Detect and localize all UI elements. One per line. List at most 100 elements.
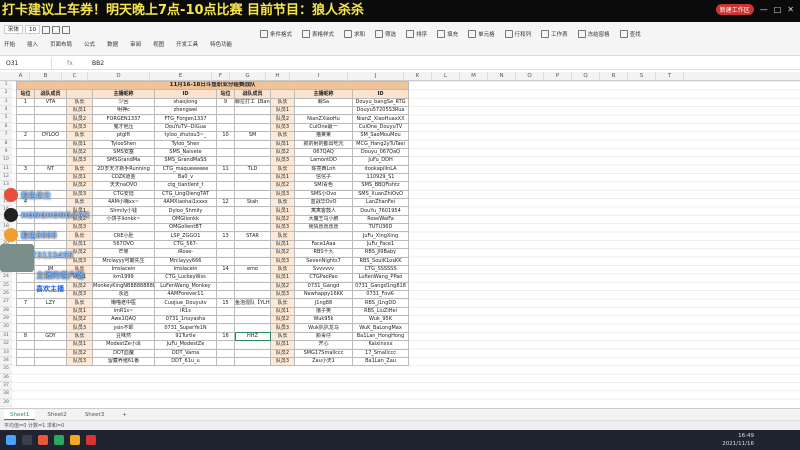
table-cell[interactable] [216, 214, 235, 225]
table-cell[interactable] [234, 273, 271, 283]
table-cell[interactable] [16, 281, 35, 292]
table-cell[interactable] [34, 156, 67, 166]
ribbon-tool[interactable]: 查找 [619, 30, 641, 38]
row-header[interactable]: 30 [0, 323, 12, 332]
ribbon-tool[interactable]: 筛选 [375, 30, 396, 38]
ribbon-tab[interactable]: 审阅 [130, 40, 141, 48]
table-cell[interactable] [16, 273, 35, 283]
row-header[interactable]: 39 [0, 398, 12, 408]
table-cell[interactable] [216, 189, 235, 200]
table-cell[interactable]: RBS_SouiK1osKK [351, 256, 410, 266]
table-cell[interactable]: CTG_567- [154, 239, 217, 250]
table-cell[interactable]: 鲸拉打工【Bang】 [234, 97, 271, 108]
table-cell[interactable]: 叙的射的都出吃元 [294, 139, 353, 149]
table-cell[interactable]: 队员2 [66, 315, 93, 325]
table-cell[interactable]: 撸子英 [294, 306, 353, 317]
table-cell[interactable]: NianZXiaoHu [294, 114, 353, 124]
table-cell[interactable]: 队员1 [66, 340, 93, 350]
table-cell[interactable]: 91Turtle [154, 331, 217, 342]
font-family-dropdown[interactable]: 宋体 [4, 25, 24, 34]
table-cell[interactable]: 队员1 [66, 106, 93, 116]
table-cell[interactable]: TLD [234, 164, 271, 174]
table-cell[interactable]: 队长 [270, 131, 295, 141]
table-cell[interactable]: CTG_LuckeyWss [154, 273, 217, 283]
table-cell[interactable]: OMGlionkk [154, 214, 217, 225]
table-cell[interactable]: 鬼才他压 [92, 122, 155, 133]
table-cell[interactable] [234, 289, 271, 300]
row-header[interactable]: 32 [0, 340, 12, 349]
table-cell[interactable]: 队员2 [270, 248, 295, 258]
table-cell[interactable]: MonkeyKingNB88888888 [92, 281, 155, 292]
ribbon-tool[interactable]: 求和 [344, 30, 365, 38]
table-cell[interactable]: SMS安塞 [92, 147, 155, 158]
table-cell[interactable]: 队员1 [270, 340, 295, 350]
table-cell[interactable]: 4AMForever11 [154, 289, 217, 300]
table-cell[interactable] [216, 122, 235, 133]
row-header[interactable]: 35 [0, 365, 12, 374]
table-cell[interactable]: tyloo_zhutou3~_ [154, 131, 217, 141]
table-cell[interactable]: Zau小天1 [294, 356, 353, 367]
table-cell[interactable] [294, 106, 353, 116]
row-header[interactable]: 4 [0, 106, 12, 115]
table-cell[interactable]: SMS_XuanZhiOvO [351, 189, 410, 200]
table-cell[interactable]: SM_SaoMouMou [351, 131, 410, 141]
table-cell[interactable]: 队员2 [66, 348, 93, 358]
table-cell[interactable]: 12 [216, 198, 235, 208]
ribbon-tab[interactable]: 视图 [153, 40, 164, 48]
column-header[interactable]: Q [572, 72, 600, 81]
table-cell[interactable] [16, 315, 35, 325]
table-cell[interactable]: 蓝战华OvO [294, 198, 353, 208]
table-cell[interactable]: 0731_1nuyasha [154, 315, 217, 325]
table-cell[interactable]: FORGEN1337 [92, 114, 155, 124]
minimize-button[interactable]: — [760, 5, 768, 14]
table-cell[interactable] [16, 122, 35, 133]
column-header[interactable]: B [30, 72, 62, 81]
row-header[interactable]: 7 [0, 131, 12, 140]
table-cell[interactable]: CuiOne最一 [294, 122, 353, 133]
table-cell[interactable]: Kaixinxxx [351, 340, 410, 350]
table-cell[interactable]: 队员3 [270, 189, 295, 200]
table-cell[interactable]: DYLOO [34, 131, 67, 141]
table-cell[interactable] [216, 248, 235, 258]
table-cell[interactable] [234, 256, 271, 266]
workspace-pill[interactable]: 新建工作区 [715, 4, 754, 15]
table-cell[interactable]: 3 [16, 164, 35, 174]
table-cell[interactable]: 留藏养殖61番 [92, 356, 155, 367]
row-header[interactable]: 12 [0, 172, 12, 182]
table-cell[interactable]: 豆味然 [92, 331, 155, 342]
table-cell[interactable]: 信信子 [294, 172, 353, 183]
table-cell[interactable]: CTGPaoPao [294, 273, 353, 283]
table-cell[interactable]: iR1s [154, 306, 217, 317]
bold-icon[interactable] [42, 25, 51, 34]
row-header[interactable]: 33 [0, 348, 12, 357]
ribbon-tool[interactable]: 冻结窗格 [577, 30, 610, 38]
table-cell[interactable]: imR1s~ [92, 306, 155, 317]
ribbon-tab[interactable]: 特色功能 [210, 40, 232, 48]
table-cell[interactable] [34, 348, 67, 358]
table-cell[interactable] [234, 181, 271, 191]
table-cell[interactable]: 少回 [92, 97, 155, 108]
table-cell[interactable] [34, 122, 67, 133]
table-cell[interactable]: Awe1QAQ [92, 315, 155, 325]
wps-icon[interactable] [86, 435, 96, 445]
table-cell[interactable]: 1 [16, 97, 35, 108]
table-cell[interactable]: SM [234, 131, 271, 141]
table-cell[interactable] [216, 315, 235, 325]
table-cell[interactable] [234, 106, 271, 116]
table-cell[interactable]: 队员1 [270, 306, 295, 317]
table-cell[interactable] [216, 139, 235, 149]
table-cell[interactable]: J1ng88 [294, 298, 353, 308]
table-cell[interactable]: 队长 [270, 164, 295, 174]
table-cell[interactable] [216, 348, 235, 358]
ribbon-tab[interactable]: 开始 [4, 40, 15, 48]
table-cell[interactable]: SMS_GrandMaSS [154, 156, 217, 166]
table-cell[interactable]: 鲸Sa [294, 97, 353, 108]
table-cell[interactable]: Tyloo_Shen [154, 139, 217, 149]
table-cell[interactable]: 7 [16, 298, 35, 308]
table-cell[interactable]: CTG_LingQiengTAT [154, 189, 217, 200]
table-cell[interactable]: 队长 [66, 331, 93, 342]
table-cell[interactable]: HHZ [234, 331, 271, 342]
table-cell[interactable]: 17_Smallccc [351, 348, 410, 358]
table-cell[interactable] [216, 289, 235, 300]
table-cell[interactable]: Face1Aaa [294, 239, 353, 250]
